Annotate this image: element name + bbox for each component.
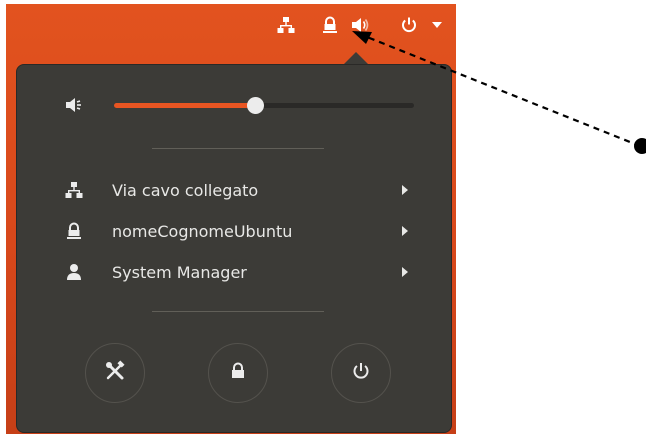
arrow-head: [352, 31, 372, 44]
annotation-arrow: [352, 31, 646, 154]
arrow-origin-dot: [634, 138, 646, 154]
